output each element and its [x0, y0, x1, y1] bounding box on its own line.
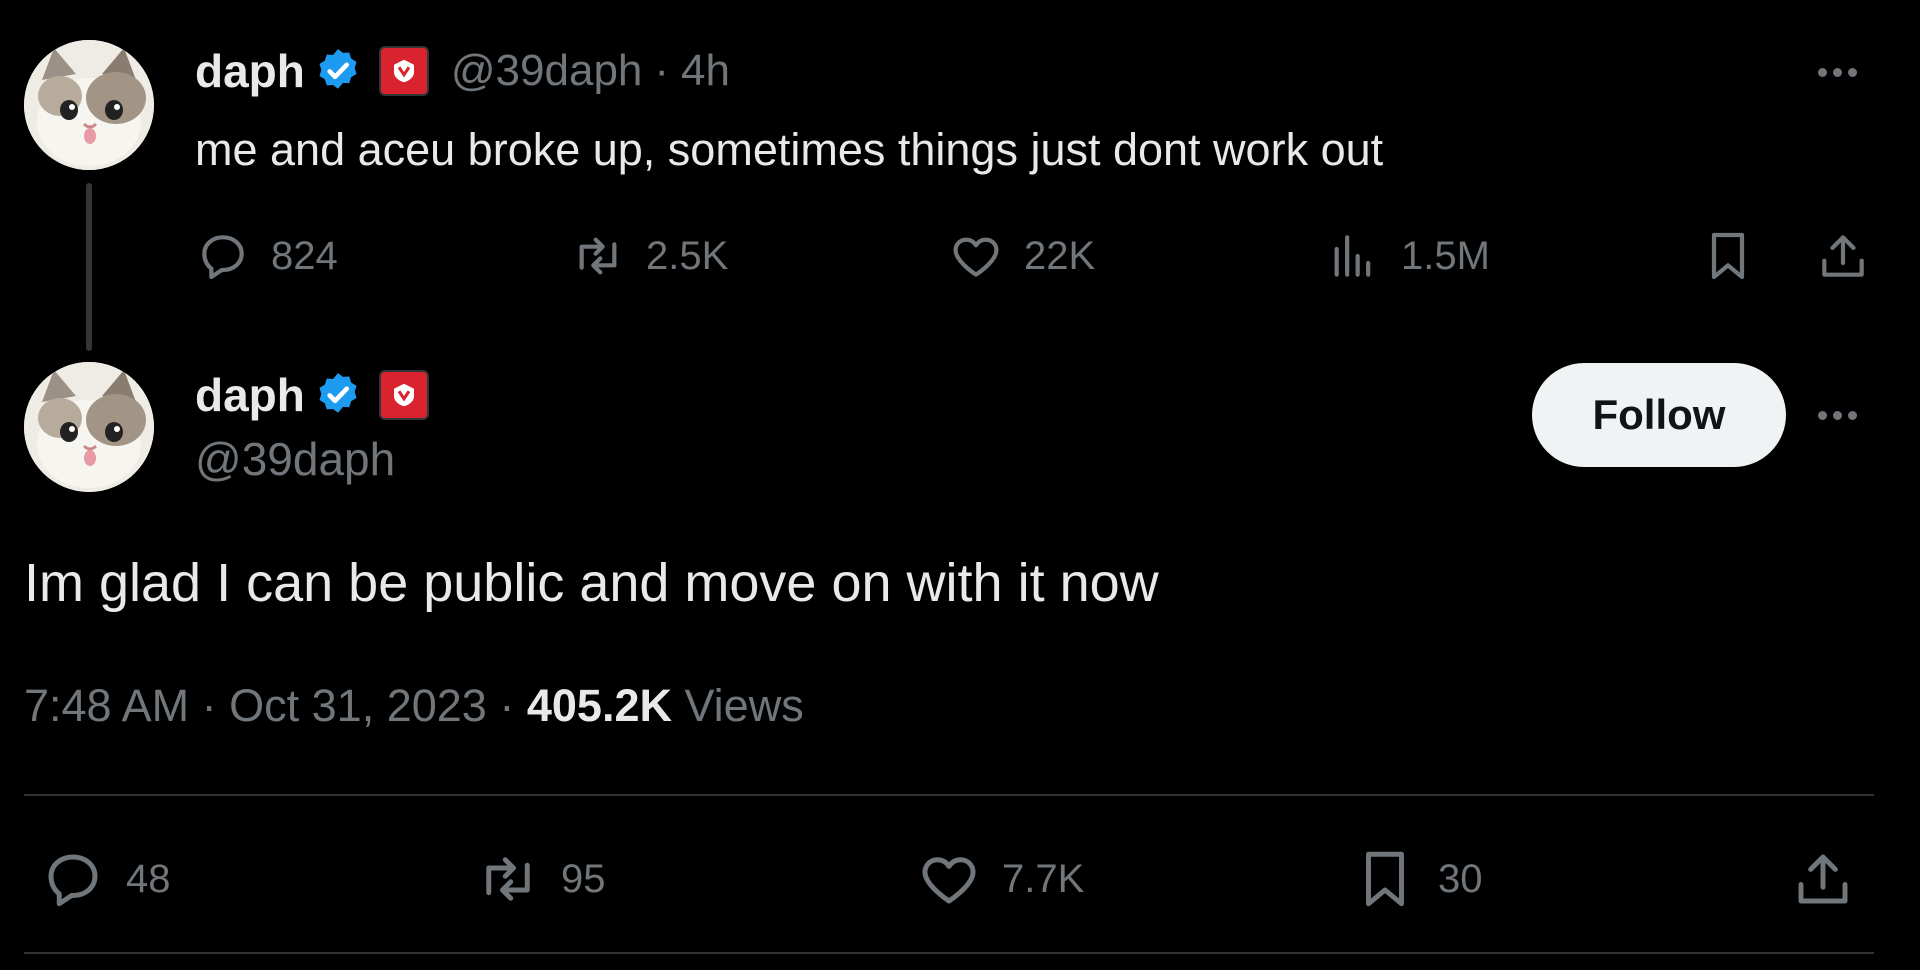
- follow-button[interactable]: Follow: [1532, 363, 1786, 467]
- bookmark-icon: [1711, 232, 1745, 280]
- reply-icon: [48, 854, 98, 907]
- author-handle[interactable]: @39daph: [451, 46, 643, 96]
- affiliate-badge-icon[interactable]: [378, 370, 429, 420]
- views-button[interactable]: 1.5M: [1325, 228, 1490, 284]
- separator-dot: ·: [499, 680, 515, 731]
- reply-icon: [202, 235, 244, 280]
- views-icon: [1334, 235, 1371, 277]
- like-button[interactable]: 22K: [948, 228, 1095, 284]
- share-button[interactable]: [1815, 228, 1871, 289]
- author-handle[interactable]: @39daph: [195, 432, 395, 486]
- bookmark-icon: [1366, 851, 1404, 907]
- views-count: 405.2K: [526, 680, 672, 731]
- views-count: 1.5M: [1401, 233, 1490, 278]
- share-button[interactable]: [1790, 846, 1856, 917]
- retweet-count: 2.5K: [646, 233, 729, 278]
- tweet-meta: 7:48 AM · Oct 31, 2023 · 405.2K Views: [24, 680, 804, 732]
- share-icon: [1822, 235, 1864, 277]
- verified-badge-icon[interactable]: [313, 46, 363, 96]
- heart-icon: [922, 857, 976, 904]
- parent-tweet-text: me and aceu broke up, sometimes things j…: [195, 124, 1384, 175]
- like-button[interactable]: 7.7K: [916, 846, 1084, 912]
- affiliate-badge-icon[interactable]: [378, 46, 429, 96]
- retweet-icon: [486, 857, 530, 901]
- author-name[interactable]: daph: [195, 44, 305, 98]
- bookmark-button[interactable]: 30: [1352, 846, 1483, 912]
- avatar[interactable]: [24, 40, 154, 170]
- divider: [24, 952, 1874, 954]
- thread-connector-line: [86, 183, 92, 351]
- avatar[interactable]: [24, 362, 154, 492]
- cat-avatar-image: [24, 40, 154, 170]
- like-count: 7.7K: [1002, 856, 1085, 901]
- heart-icon: [953, 237, 999, 277]
- divider: [24, 794, 1874, 796]
- cat-avatar-image: [24, 362, 154, 492]
- like-count: 22K: [1024, 233, 1096, 278]
- reply-count: 824: [271, 233, 338, 278]
- tweet-date[interactable]: Oct 31, 2023: [229, 680, 487, 731]
- reply-count: 48: [126, 856, 171, 901]
- retweet-icon: [579, 237, 617, 275]
- share-icon: [1798, 854, 1848, 904]
- tweet-time[interactable]: 7:48 AM: [24, 680, 189, 731]
- tweet-thread: daph @39daph · 4h me and aceu broke up, …: [0, 0, 1920, 970]
- more-icon[interactable]: [1818, 68, 1857, 77]
- separator-dot: ·: [654, 46, 670, 95]
- bookmark-count: 30: [1438, 856, 1483, 901]
- parent-author-row: daph @39daph · 4h: [195, 44, 730, 98]
- views-label: Views: [684, 680, 804, 731]
- separator-dot: ·: [201, 680, 217, 731]
- retweet-button[interactable]: 2.5K: [570, 228, 728, 284]
- main-tweet-text: Im glad I can be public and move on with…: [24, 553, 1159, 613]
- retweet-count: 95: [561, 856, 606, 901]
- reply-button[interactable]: 824: [195, 228, 338, 284]
- verified-badge-icon[interactable]: [313, 370, 363, 420]
- reply-button[interactable]: 48: [40, 846, 171, 912]
- timestamp[interactable]: 4h: [681, 46, 730, 96]
- bookmark-button[interactable]: [1700, 228, 1756, 289]
- more-icon[interactable]: [1818, 411, 1857, 420]
- author-name[interactable]: daph: [195, 368, 305, 422]
- retweet-button[interactable]: 95: [475, 846, 606, 912]
- main-author-row: daph: [195, 368, 429, 422]
